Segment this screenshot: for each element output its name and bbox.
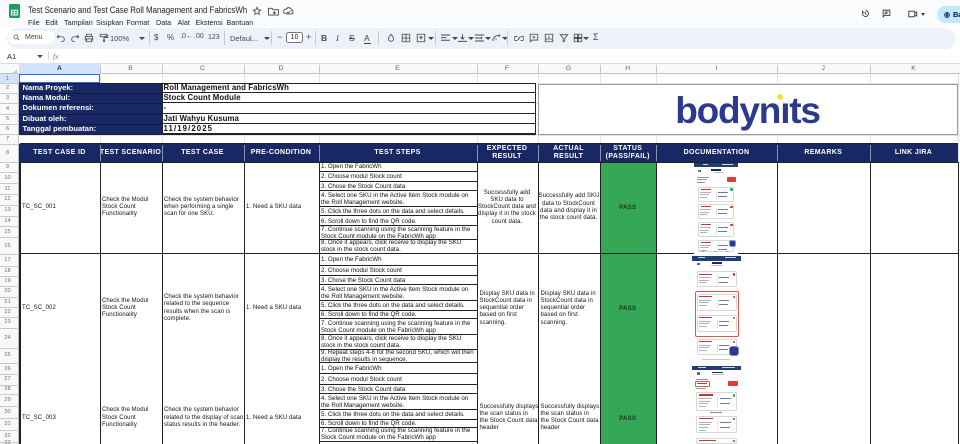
- svg-text:A: A: [494, 36, 497, 41]
